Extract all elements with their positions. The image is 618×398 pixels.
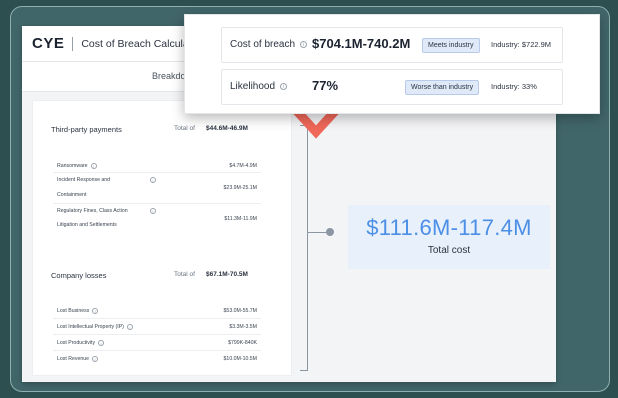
row-value: $11.3M-11.9M [224, 216, 257, 222]
cost-of-breach-label: Cost of breach [230, 39, 296, 50]
cye-logo: CYE [32, 35, 65, 52]
total-label: Total of [174, 271, 195, 278]
likelihood-row[interactable]: Likelihood i 77% Worse than industry Indu… [221, 69, 563, 105]
summary-popup: Cost of breach i $704.1M-740.2M Meets ind… [184, 14, 600, 114]
list-item[interactable]: Lost Business i $53.0M-55.7M [53, 303, 261, 319]
status-badge: Meets industry [422, 38, 480, 53]
total-cost-value: $111.6M-117.4M [366, 215, 532, 240]
total-value: $44.6M-46.9M [206, 125, 248, 132]
total-cost-label: Total cost [427, 245, 471, 256]
row-label: Lost Intellectual Property (IP) [57, 324, 124, 330]
row-label: Incident Response and [57, 177, 111, 183]
row-label: Regulatory Fines, Class Action [57, 208, 128, 214]
industry-benchmark: Industry: 33% [491, 82, 537, 91]
tab-breakdown[interactable]: Breakdo [152, 71, 186, 81]
info-icon[interactable]: i [98, 339, 105, 346]
info-icon[interactable]: i [280, 82, 288, 90]
header-divider [72, 36, 74, 51]
list-item[interactable]: Lost Intellectual Property (IP) i $3.3M-3… [53, 319, 261, 335]
section-title: Third-party payments [51, 125, 122, 134]
industry-benchmark: Industry: $722.9M [491, 40, 552, 49]
status-badge: Worse than industry [405, 80, 480, 95]
list-item[interactable]: Regulatory Fines, Class Action i Litigat… [53, 204, 261, 234]
list-item[interactable]: Ransomware i $4.7M-4.9M [53, 159, 261, 173]
info-icon[interactable]: i [126, 323, 133, 330]
row-value: $23.9M-25.1M [223, 185, 257, 191]
connector-dot [326, 228, 334, 236]
row-label: Lost Revenue [57, 356, 90, 362]
row-value: $4.7M-4.9M [229, 163, 257, 169]
info-icon[interactable]: i [90, 162, 97, 169]
info-icon[interactable]: i [92, 355, 99, 362]
cost-of-breach-value: $704.1M-740.2M [312, 36, 411, 51]
row-value: $53.0M-55.7M [223, 308, 257, 314]
company-losses-header: Company losses Total of $67.1M-70.5M [33, 271, 291, 285]
info-icon[interactable]: i [150, 208, 156, 214]
list-item[interactable]: Lost Productivity i $799K-840K [53, 335, 261, 351]
breakdown-panel: Third-party payments Total of $44.6M-46.… [32, 100, 292, 376]
bracket-connector [300, 125, 308, 371]
info-icon[interactable]: i [92, 307, 99, 314]
info-icon[interactable]: i [300, 40, 308, 48]
cost-of-breach-row[interactable]: Cost of breach i $704.1M-740.2M Meets ind… [221, 27, 563, 63]
row-label: Ransomware [57, 163, 88, 169]
total-cost-box: $111.6M-117.4M Total cost [348, 205, 550, 269]
total-label: Total of [174, 125, 195, 132]
info-icon[interactable]: i [150, 177, 156, 183]
list-item[interactable]: Lost Revenue i $10.0M-10.5M [53, 351, 261, 367]
likelihood-value: 77% [312, 78, 339, 93]
row-value: $3.3M-3.5M [229, 324, 257, 330]
section-title: Company losses [51, 271, 107, 280]
row-label: Lost Business [57, 308, 90, 314]
likelihood-label: Likelihood [230, 81, 276, 92]
total-value: $67.1M-70.5M [206, 271, 248, 278]
row-label-continued: Litigation and Settlements [57, 222, 117, 228]
third-party-header: Third-party payments Total of $44.6M-46.… [33, 125, 291, 139]
row-value: $799K-840K [228, 340, 257, 346]
row-value: $10.0M-10.5M [223, 356, 257, 362]
row-label-continued: Containment [57, 192, 87, 198]
list-item[interactable]: Incident Response and i Containment $23.… [53, 173, 261, 204]
row-label: Lost Productivity [57, 340, 96, 346]
